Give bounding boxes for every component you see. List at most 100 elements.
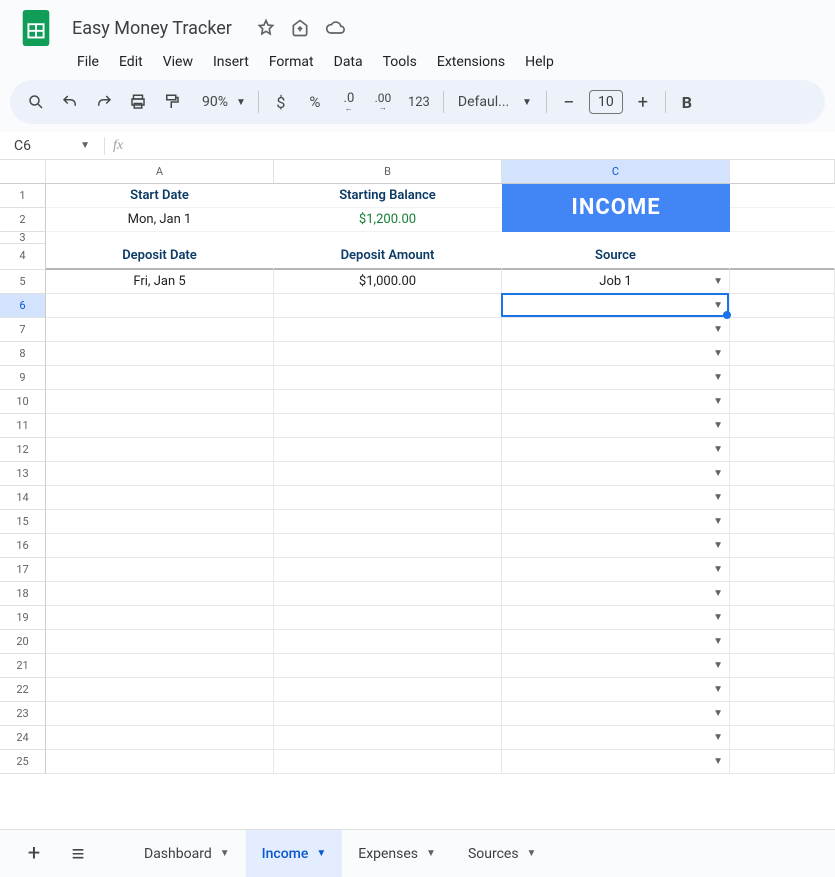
print-icon[interactable] [122,87,154,117]
cell[interactable]: Start Date [46,184,274,208]
cell[interactable] [46,534,274,558]
row-header[interactable]: 8 [0,342,46,366]
cell[interactable] [46,366,274,390]
sheets-logo[interactable] [16,8,56,48]
cell[interactable]: ▼ [502,582,730,606]
more-formats-button[interactable]: 123 [401,87,437,117]
cell[interactable] [730,462,835,486]
row-header[interactable]: 20 [0,630,46,654]
cell[interactable] [730,232,835,244]
cell[interactable] [502,232,730,244]
cell[interactable]: ▼ [502,654,730,678]
decrease-decimal-button[interactable]: .0← [333,87,365,117]
cell[interactable] [274,438,502,462]
chevron-down-icon[interactable]: ▼ [426,848,436,859]
menu-help[interactable]: Help [516,50,563,74]
cell[interactable]: ▼ [502,294,730,318]
row-header[interactable]: 6 [0,294,46,318]
cell[interactable] [730,438,835,462]
cell[interactable] [730,558,835,582]
menu-data[interactable]: Data [325,50,372,74]
cell[interactable] [730,630,835,654]
cell[interactable] [46,486,274,510]
row-header[interactable]: 13 [0,462,46,486]
row-header[interactable]: 15 [0,510,46,534]
star-icon[interactable] [256,18,276,38]
cell[interactable] [46,654,274,678]
row-header[interactable]: 19 [0,606,46,630]
cell[interactable] [730,582,835,606]
cell[interactable] [46,232,274,244]
sheet-tab-dashboard[interactable]: Dashboard▼ [128,830,246,877]
menu-extensions[interactable]: Extensions [428,50,514,74]
cell[interactable] [730,606,835,630]
cell[interactable] [274,750,502,774]
cell[interactable] [46,726,274,750]
row-header[interactable]: 23 [0,702,46,726]
cell[interactable] [46,342,274,366]
cell[interactable]: ▼ [502,390,730,414]
cell[interactable]: ▼ [502,678,730,702]
menu-insert[interactable]: Insert [204,50,258,74]
doc-title[interactable]: Easy Money Tracker [66,16,238,41]
cell[interactable] [46,510,274,534]
cell[interactable] [46,318,274,342]
cell[interactable]: $1,200.00 [274,208,502,232]
menu-format[interactable]: Format [260,50,323,74]
cell[interactable] [274,582,502,606]
row-header[interactable]: 24 [0,726,46,750]
row-header[interactable]: 17 [0,558,46,582]
menu-file[interactable]: File [68,50,108,74]
cell[interactable]: Starting Balance [274,184,502,208]
redo-icon[interactable] [88,87,120,117]
col-header-c[interactable]: C [502,160,730,184]
undo-icon[interactable] [54,87,86,117]
cell[interactable]: ▼ [502,510,730,534]
cell[interactable] [730,294,835,318]
decrease-font-size-button[interactable]: − [553,87,585,117]
cell[interactable] [274,702,502,726]
row-header[interactable]: 11 [0,414,46,438]
menu-tools[interactable]: Tools [374,50,426,74]
cell[interactable] [730,390,835,414]
formula-input[interactable] [131,132,835,159]
cell[interactable] [46,462,274,486]
income-banner[interactable]: INCOME [502,184,730,232]
cell[interactable] [46,558,274,582]
cell[interactable] [274,654,502,678]
cell[interactable] [46,750,274,774]
cell[interactable] [274,558,502,582]
cell[interactable] [730,244,835,270]
cell[interactable] [730,414,835,438]
cloud-status-icon[interactable] [324,18,346,38]
cell[interactable] [274,630,502,654]
cell[interactable] [730,726,835,750]
col-header-rest[interactable] [730,160,835,184]
cell[interactable] [46,294,274,318]
cell[interactable] [46,678,274,702]
cell[interactable] [274,510,502,534]
cell[interactable] [274,342,502,366]
cell[interactable] [730,318,835,342]
chevron-down-icon[interactable]: ▼ [316,848,326,859]
cell[interactable]: Source [502,244,730,270]
cell[interactable] [46,606,274,630]
cell[interactable]: ▼ [502,366,730,390]
currency-format-button[interactable]: $ [265,87,297,117]
cell[interactable] [274,390,502,414]
cell[interactable] [274,726,502,750]
select-all-corner[interactable] [0,160,46,184]
paint-format-icon[interactable] [156,87,188,117]
cell[interactable] [274,318,502,342]
font-family-select[interactable]: Defaul... ▼ [450,94,540,110]
row-header[interactable]: 25 [0,750,46,774]
cell[interactable] [46,390,274,414]
cell[interactable] [730,534,835,558]
col-header-a[interactable]: A [46,160,274,184]
cell[interactable] [46,438,274,462]
cell[interactable] [274,366,502,390]
font-size-input[interactable]: 10 [589,90,623,114]
cell[interactable] [274,486,502,510]
cell[interactable]: ▼ [502,558,730,582]
cell[interactable] [730,678,835,702]
